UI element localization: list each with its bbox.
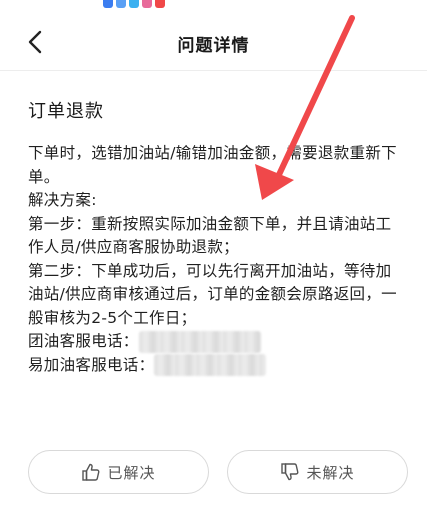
yijiayou-phone-row: 易加油客服电话：: [28, 354, 406, 378]
unsolved-label: 未解决: [306, 463, 355, 482]
answer-step-two: 第二步：下单成功后，可以先行离开加油站，等待加油站/供应商审核通过后，订单的金额…: [28, 261, 397, 327]
solved-button[interactable]: 已解决: [28, 450, 209, 494]
answer-step-one: 第一步：重新按照实际加油金额下单，并且请油站工作人员/供应商客服协助退款；: [28, 214, 392, 257]
redacted-phone-number: [138, 330, 261, 353]
status-icons: [103, 0, 165, 8]
app-icon-3: [129, 0, 139, 8]
app-icon-2: [116, 0, 126, 8]
tuanyou-phone-row: 团油客服电话：: [28, 330, 406, 354]
thumbs-up-icon: [82, 463, 100, 481]
status-bar: [0, 0, 427, 14]
question-title: 订单退款: [28, 101, 104, 122]
redacted-phone-number: [154, 354, 267, 376]
tuanyou-phone-label: 团油客服电话：: [28, 332, 139, 350]
answer-body: 下单时，选错加油站/输错加油金额，需要退款重新下单。 解决方案: 第一步：重新按…: [28, 142, 406, 377]
app-icon-4: [142, 0, 152, 8]
solved-label: 已解决: [107, 463, 156, 482]
answer-problem-text: 下单时，选错加油站/输错加油金额，需要退款重新下单。: [28, 144, 397, 186]
yijiayou-phone-label: 易加油客服电话：: [28, 355, 155, 374]
page-title: 问题详情: [177, 36, 250, 56]
answer-solution-heading: 解决方案:: [28, 191, 97, 209]
nav-bar: 问题详情: [0, 14, 427, 71]
unsolved-button[interactable]: 未解决: [227, 450, 408, 494]
thumbs-down-icon: [281, 463, 299, 481]
app-icon-5: [155, 0, 165, 8]
app-icon-1: [103, 0, 113, 8]
